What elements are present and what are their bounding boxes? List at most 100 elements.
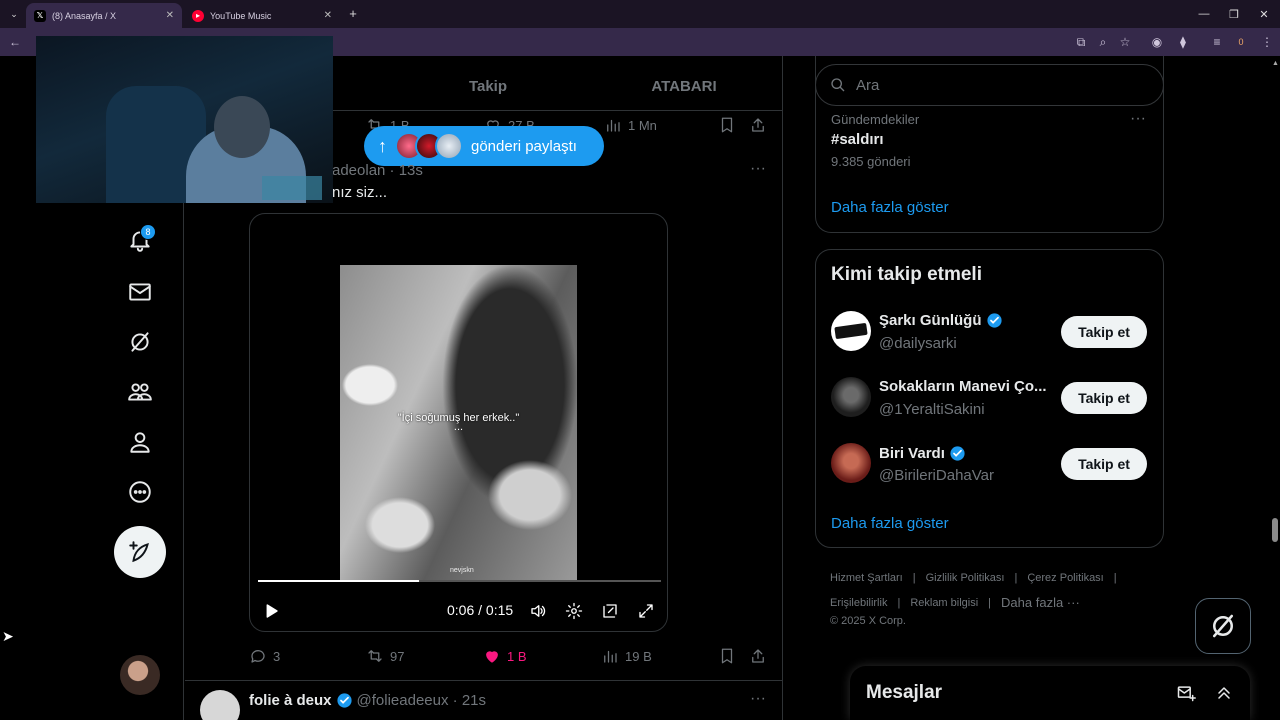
webcam-overlay bbox=[36, 36, 333, 203]
tab-following[interactable]: Takip bbox=[390, 66, 586, 106]
footer-sep: | bbox=[1113, 572, 1117, 584]
tab-home-x[interactable]: 𝕏 (8) Anasayfa / X ✕ bbox=[26, 3, 182, 28]
communities-icon[interactable] bbox=[122, 374, 158, 410]
scrollbar-thumb[interactable] bbox=[1272, 518, 1278, 542]
avatar bbox=[435, 132, 463, 160]
window-close-icon[interactable]: ✕ bbox=[1256, 6, 1272, 22]
retweet-icon bbox=[368, 650, 382, 662]
compose-post-button[interactable] bbox=[114, 526, 166, 578]
volume-icon[interactable] bbox=[527, 600, 549, 622]
bookmark-icon bbox=[721, 117, 733, 133]
footer-cookies[interactable]: Çerez Politikası bbox=[1027, 572, 1103, 584]
pill-label: gönderi paylaştı bbox=[471, 137, 577, 155]
notification-count-badge: 8 bbox=[140, 224, 156, 240]
bookmark-icon bbox=[721, 648, 733, 664]
play-icon[interactable] bbox=[260, 600, 282, 622]
bookmark-button[interactable] bbox=[718, 116, 736, 134]
footer-terms[interactable]: Hizmet Şartları bbox=[830, 572, 903, 584]
bookmark-star-icon[interactable]: ☆ bbox=[1116, 33, 1134, 51]
chevron-double-up-icon[interactable] bbox=[1214, 683, 1234, 703]
follow-user-handle: @dailysarki bbox=[879, 335, 957, 352]
messages-actions bbox=[1176, 683, 1234, 703]
search-input[interactable] bbox=[856, 76, 1136, 94]
pill-avatars bbox=[395, 132, 463, 160]
profile-badge[interactable]: 0 bbox=[1232, 33, 1250, 51]
share-icon bbox=[752, 649, 764, 663]
next-post-name[interactable]: folie à deux bbox=[249, 692, 332, 709]
zoom-icon[interactable]: ⌕ bbox=[1094, 33, 1112, 51]
avatar[interactable] bbox=[831, 443, 871, 483]
new-posts-pill[interactable]: ↑ gönderi paylaştı bbox=[364, 126, 604, 166]
follow-button[interactable]: Takip et bbox=[1061, 316, 1147, 348]
footer-accessibility[interactable]: Erişilebilirlik bbox=[830, 597, 887, 609]
views-stat[interactable]: 19 B bbox=[601, 647, 652, 665]
puzzle-icon[interactable]: ⧫ bbox=[1174, 33, 1192, 51]
more-dots-icon[interactable]: ··· bbox=[750, 160, 766, 178]
fullscreen-icon[interactable] bbox=[635, 600, 657, 622]
trends-show-more[interactable]: Daha fazla göster bbox=[831, 199, 949, 216]
youtube-music-icon: ▸ bbox=[192, 9, 204, 22]
retweet-button[interactable]: 97 bbox=[366, 647, 404, 665]
close-icon[interactable]: ✕ bbox=[324, 10, 332, 21]
follow-user-name[interactable]: Şarkı Günlüğü bbox=[879, 312, 1003, 329]
next-post-handle-time[interactable]: @folieadeeux · 21s bbox=[357, 692, 486, 709]
reply-button[interactable]: 3 bbox=[249, 647, 280, 665]
post-handle-time[interactable]: adeolan · 13s bbox=[332, 162, 423, 179]
extension-icon[interactable]: ◉ bbox=[1148, 33, 1166, 51]
mouse-cursor-icon: ➤ bbox=[2, 628, 14, 644]
settings-gear-icon[interactable] bbox=[563, 600, 585, 622]
share-button[interactable] bbox=[749, 647, 767, 665]
account-avatar[interactable] bbox=[120, 655, 160, 695]
picture-in-picture-icon[interactable] bbox=[599, 600, 621, 622]
share-button[interactable] bbox=[749, 116, 767, 134]
video-progress-fill bbox=[258, 580, 420, 582]
follow-show-more[interactable]: Daha fazla göster bbox=[831, 515, 949, 532]
menu-dots-icon[interactable]: ⋮ bbox=[1258, 33, 1276, 51]
more-dots-icon[interactable]: ··· bbox=[750, 690, 766, 708]
close-icon[interactable]: ✕ bbox=[166, 10, 174, 21]
messages-drawer[interactable]: Mesajlar bbox=[850, 666, 1250, 720]
minimize-icon[interactable]: — bbox=[1196, 6, 1212, 22]
tab-youtube-music[interactable]: ▸ YouTube Music ✕ bbox=[184, 3, 340, 28]
grok-floating-button[interactable] bbox=[1195, 598, 1251, 654]
more-dots-icon[interactable]: ··· bbox=[1130, 110, 1146, 128]
footer-more[interactable]: Daha fazla ··· bbox=[1001, 595, 1080, 610]
trend-context: Gündemdekiler bbox=[831, 112, 920, 127]
follow-user-name[interactable]: Biri Vardı bbox=[879, 445, 966, 462]
follow-user-name[interactable]: Sokakların Manevi Ço... bbox=[879, 378, 1047, 395]
install-app-icon[interactable]: ⧉ bbox=[1072, 33, 1090, 51]
footer-privacy[interactable]: Gizlilik Politikası bbox=[926, 572, 1005, 584]
tab-title: YouTube Music bbox=[210, 10, 272, 21]
search-icon bbox=[831, 78, 845, 92]
footer-sep: | bbox=[1014, 572, 1018, 584]
new-tab-button[interactable]: + bbox=[346, 6, 360, 21]
avatar[interactable] bbox=[831, 311, 871, 351]
footer-ads-info[interactable]: Reklam bilgisi bbox=[910, 597, 978, 609]
feather-plus-icon bbox=[129, 541, 149, 563]
new-message-icon[interactable] bbox=[1176, 683, 1196, 703]
restore-icon[interactable]: ❐ bbox=[1226, 6, 1242, 22]
footer-row-1: Hizmet Şartları | Gizlilik Politikası | … bbox=[830, 572, 1117, 584]
follow-button[interactable]: Takip et bbox=[1061, 382, 1147, 414]
video-progress-bar[interactable] bbox=[258, 580, 661, 582]
tab-atabari[interactable]: ATABARI bbox=[586, 66, 782, 106]
tab-search-icon[interactable]: ⌄ bbox=[6, 6, 22, 22]
profile-icon[interactable] bbox=[122, 424, 158, 460]
follow-button[interactable]: Takip et bbox=[1061, 448, 1147, 480]
views-stat[interactable]: 1 Mn bbox=[604, 116, 657, 134]
bookmark-button[interactable] bbox=[718, 647, 736, 665]
messages-icon[interactable] bbox=[122, 274, 158, 310]
more-options-icon[interactable] bbox=[122, 474, 158, 510]
grok-icon[interactable] bbox=[122, 324, 158, 360]
scrollbar-track[interactable] bbox=[1270, 56, 1280, 720]
footer-sep: | bbox=[897, 596, 901, 609]
media-control-icon[interactable]: ≡ bbox=[1208, 33, 1226, 51]
scroll-up-icon[interactable]: ▲ bbox=[1272, 60, 1279, 67]
trend-topic[interactable]: #saldırı bbox=[831, 131, 884, 148]
webcam-head bbox=[214, 96, 270, 158]
avatar[interactable] bbox=[831, 377, 871, 417]
like-button[interactable]: 1 B bbox=[483, 647, 527, 665]
back-arrow-icon[interactable]: ← bbox=[6, 33, 24, 51]
search-box[interactable] bbox=[815, 64, 1164, 106]
video-player[interactable]: "İçi soğumuş her erkek.." ... nevjskn 0:… bbox=[249, 213, 668, 632]
